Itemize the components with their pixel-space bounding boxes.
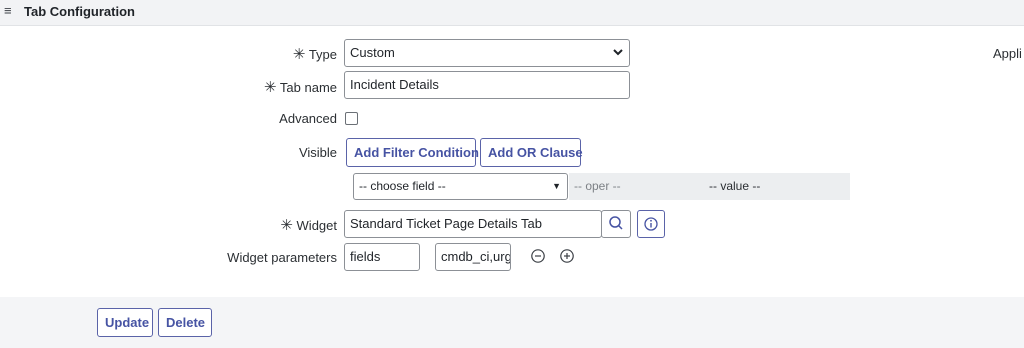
add-or-clause-button[interactable]: Add OR Clause [480, 138, 583, 167]
minus-circle-icon[interactable] [530, 248, 546, 264]
tab-name-label: ✳ Tab name [264, 78, 337, 96]
widget-parameter-key-value: fields [350, 249, 381, 264]
type-select[interactable]: Custom [344, 39, 630, 67]
advanced-label: Advanced [279, 111, 337, 126]
value-input[interactable]: -- value -- [704, 173, 850, 200]
widget-parameters-label: Widget parameters [227, 250, 337, 265]
oper-select[interactable]: -- oper -- [569, 173, 704, 200]
widget-value: Standard Ticket Page Details Tab [350, 216, 542, 231]
tab-name-label-text: Tab name [279, 80, 337, 95]
required-icon: ✳ [280, 217, 293, 234]
widget-label: ✳ Widget [280, 216, 337, 234]
widget-parameter-value-value: cmdb_ci,urge [441, 249, 510, 264]
required-icon: ✳ [263, 79, 277, 96]
caret-down-icon: ▼ [552, 181, 561, 191]
widget-parameter-value-input[interactable]: cmdb_ci,urge [435, 243, 511, 271]
add-filter-condition-button[interactable]: Add Filter Condition [346, 138, 479, 167]
choose-field-value: -- choose field -- [359, 179, 446, 193]
widget-label-text: Widget [296, 218, 337, 233]
type-select-value: Custom [350, 45, 395, 60]
tab-name-input[interactable]: Incident Details [344, 71, 630, 99]
widget-parameter-key-input[interactable]: fields [344, 243, 420, 271]
type-label-text: Type [308, 47, 337, 62]
tab-name-value: Incident Details [350, 77, 439, 92]
delete-button[interactable]: Delete [158, 308, 212, 337]
side-label-clipped: Appli [993, 46, 1022, 61]
widget-search-button[interactable] [601, 210, 631, 238]
advanced-checkbox[interactable] [345, 112, 358, 125]
widget-info-button[interactable] [637, 210, 665, 238]
info-icon [644, 217, 658, 231]
required-icon: ✳ [292, 46, 306, 63]
choose-field-select[interactable]: -- choose field -- ▼ [353, 173, 568, 200]
page-title: Tab Configuration [24, 4, 135, 19]
hamburger-icon[interactable]: ≡ [4, 3, 12, 18]
type-label: ✳ Type [293, 45, 337, 63]
visible-label: Visible [298, 145, 337, 160]
plus-circle-icon[interactable] [559, 248, 575, 264]
widget-input[interactable]: Standard Ticket Page Details Tab [344, 210, 602, 238]
update-button[interactable]: Update [97, 308, 153, 337]
page-header: ≡ Tab Configuration [0, 0, 1024, 26]
chevron-down-icon [613, 49, 623, 56]
search-icon [609, 216, 623, 230]
form-footer: Update Delete [0, 297, 1024, 348]
